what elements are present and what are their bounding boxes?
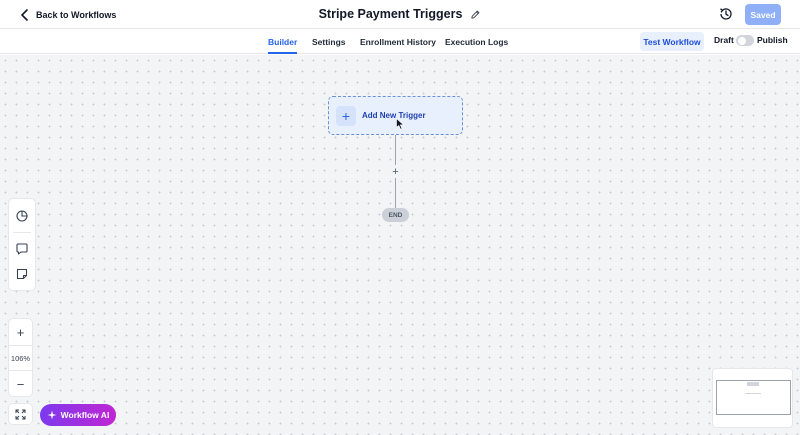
workflow-ai-label: Workflow AI: [60, 410, 110, 420]
zoom-controls: + 106% −: [8, 318, 33, 397]
zoom-in-button[interactable]: +: [9, 321, 32, 343]
back-to-workflows-link[interactable]: Back to Workflows: [20, 6, 116, 24]
saved-button[interactable]: Saved: [745, 4, 781, 25]
end-node: END: [382, 208, 409, 222]
back-label: Back to Workflows: [36, 10, 117, 20]
comment-icon[interactable]: [15, 242, 29, 256]
trigger-label: Add New Trigger: [362, 111, 426, 120]
canvas-tools-panel: [8, 198, 36, 291]
pie-chart-icon[interactable]: [15, 209, 29, 223]
sparkles-icon: [47, 410, 57, 420]
add-step-button[interactable]: +: [389, 165, 402, 178]
zoom-level: 106%: [9, 345, 32, 371]
connector-line: [395, 135, 396, 165]
tab-execution-logs[interactable]: Execution Logs: [445, 29, 508, 54]
workflow-ai-button[interactable]: Workflow AI: [40, 404, 116, 426]
plus-icon: +: [336, 105, 356, 126]
top-header: Back to Workflows Stripe Payment Trigger…: [0, 0, 800, 29]
history-icon[interactable]: [718, 6, 734, 22]
mouse-pointer-icon: [396, 118, 405, 130]
tab-builder[interactable]: Builder: [268, 29, 298, 54]
draft-label: Draft: [714, 35, 734, 45]
minimap[interactable]: [712, 368, 793, 428]
tab-enrollment-history[interactable]: Enrollment History: [360, 29, 436, 54]
zoom-out-button[interactable]: −: [9, 373, 32, 395]
fit-to-screen-button[interactable]: [8, 403, 33, 425]
expand-icon: [15, 409, 26, 419]
workflow-tabs-bar: Builder Settings Enrollment History Exec…: [0, 29, 800, 54]
chevron-left-icon: [20, 9, 28, 21]
sticky-note-icon[interactable]: [15, 267, 29, 281]
minimap-node: [745, 393, 761, 394]
publish-toggle[interactable]: [736, 35, 754, 46]
workflow-title: Stripe Payment Triggers: [318, 7, 463, 21]
divider: [13, 232, 31, 233]
publish-label: Publish: [757, 35, 788, 45]
minimap-node: [747, 382, 759, 386]
test-workflow-button[interactable]: Test Workflow: [640, 32, 704, 51]
connector-line: [395, 178, 396, 208]
workflow-title-group: Stripe Payment Triggers: [319, 7, 482, 21]
pencil-icon[interactable]: [470, 9, 481, 20]
tab-settings[interactable]: Settings: [312, 29, 346, 54]
